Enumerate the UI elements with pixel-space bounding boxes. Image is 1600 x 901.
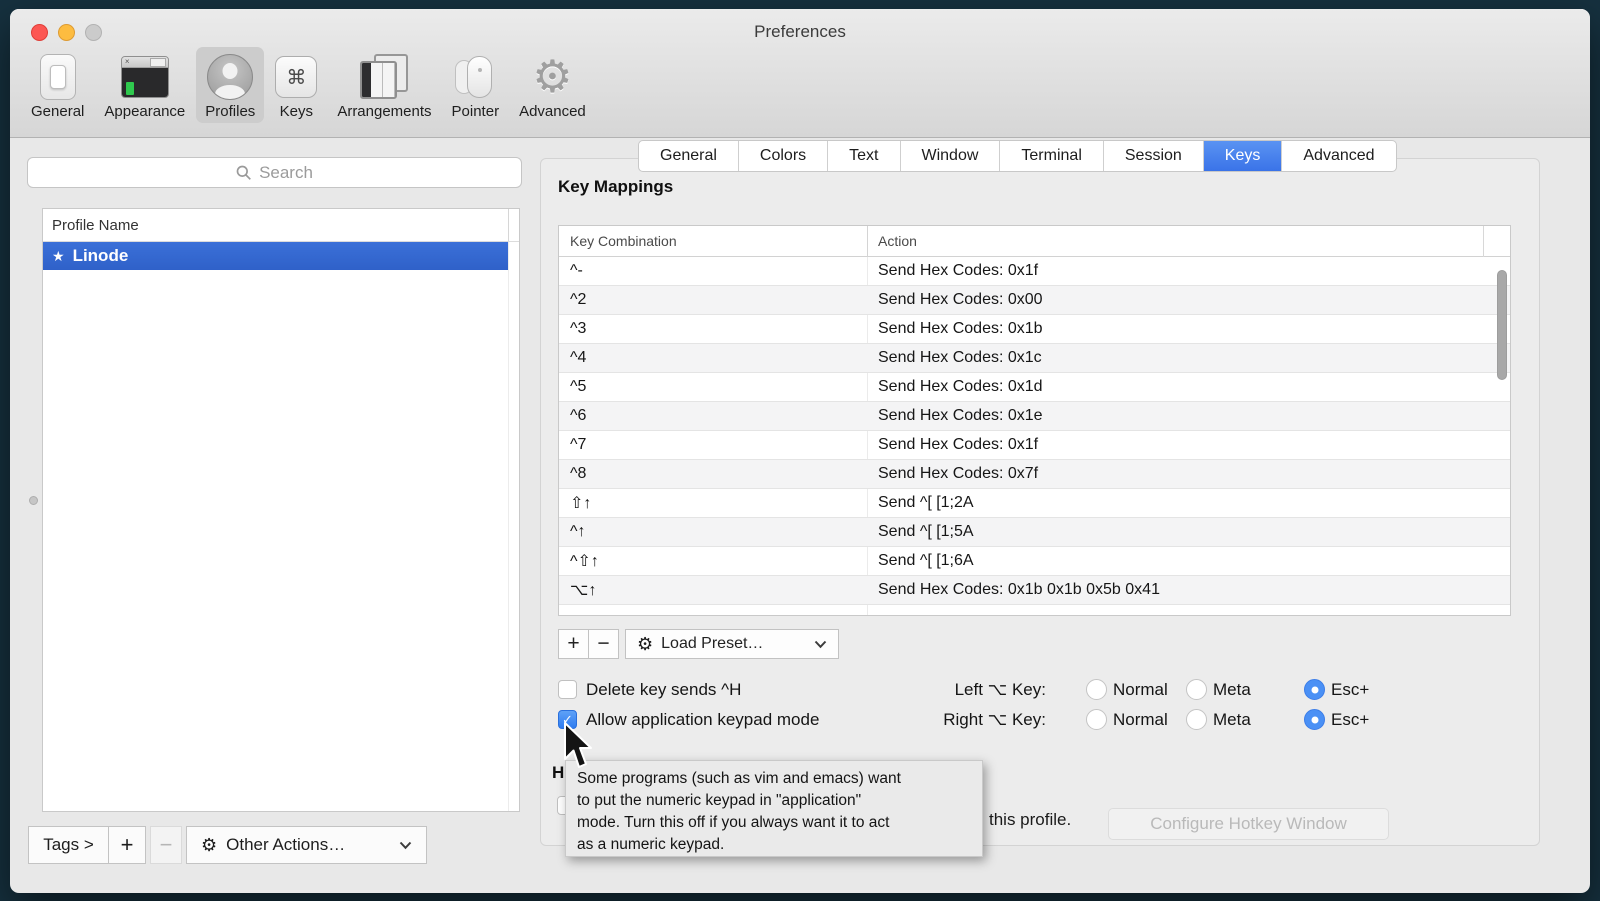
toolbar-item-advanced[interactable]: ⚙ Advanced [510,47,595,123]
remove-profile-button[interactable]: − [150,826,182,864]
table-row[interactable]: ⇧↑ Send ^[ [1;2A [559,489,1510,518]
hotkey-text-fragment: this profile. [989,810,1071,830]
tab-terminal[interactable]: Terminal [1000,141,1103,171]
configure-hotkey-window-button[interactable]: Configure Hotkey Window [1108,808,1389,840]
table-row[interactable]: ^7 Send Hex Codes: 0x1f [559,431,1510,460]
window-title: Preferences [10,22,1590,42]
tab-session[interactable]: Session [1104,141,1204,171]
command-key-icon: ⌘ [275,53,317,101]
tab-general[interactable]: General [639,141,739,171]
table-row[interactable]: ^3 Send Hex Codes: 0x1b [559,315,1510,344]
profile-list: Profile Name ★ Linode [42,208,520,812]
profile-list-header[interactable]: Profile Name [43,209,519,242]
search-input[interactable]: Search [27,157,522,188]
pane-splitter-handle[interactable] [29,496,38,505]
table-row[interactable]: ⌥↑ Send Hex Codes: 0x1b 0x1b 0x5b 0x41 [559,576,1510,605]
profile-list-column-divider [508,209,509,811]
keypad-mode-label[interactable]: Allow application keypad mode [586,710,819,730]
table-row[interactable]: ^4 Send Hex Codes: 0x1c [559,344,1510,373]
add-mapping-button[interactable]: + [558,629,589,659]
left-option-key-label: Left ⌥ Key: [841,680,1046,700]
load-preset-dropdown[interactable]: ⚙ Load Preset… [625,629,839,659]
column-action: Action [878,233,917,249]
tab-text[interactable]: Text [828,141,900,171]
table-row[interactable]: ^⇧↑ Send ^[ [1;6A [559,547,1510,576]
terminal-window-icon: × [121,53,169,101]
table-scrollbar-thumb[interactable] [1497,270,1507,380]
toolbar-item-profiles[interactable]: Profiles [196,47,264,123]
remove-mapping-button[interactable]: − [588,629,619,659]
option-line-1: Delete key sends ^H Left ⌥ Key: Normal M… [541,678,1539,702]
window-panes-icon [360,53,408,101]
table-header[interactable]: Key Combination Action [559,226,1510,257]
key-mappings-table: Key Combination Action ^- Send Hex Codes… [558,225,1511,616]
table-row[interactable]: ^2 Send Hex Codes: 0x00 [559,286,1510,315]
default-profile-star-icon: ★ [52,248,65,265]
search-icon [236,165,252,181]
preferences-window: Preferences General × Appearance [10,9,1590,893]
left-option-meta-radio[interactable]: Meta [1186,679,1251,700]
mouse-cursor-icon [562,721,594,771]
toolbar-item-general[interactable]: General [22,47,93,123]
tab-window[interactable]: Window [901,141,1001,171]
preferences-toolbar: General × Appearance Profiles [22,47,595,123]
table-row[interactable]: ^↑ Send ^[ [1;5A [559,518,1510,547]
delete-key-sends-checkbox[interactable] [558,680,577,699]
gear-icon: ⚙ [201,835,217,856]
tab-keys[interactable]: Keys [1204,141,1283,171]
toolbar-item-pointer[interactable]: Pointer [443,47,509,123]
left-option-normal-radio[interactable]: Normal [1086,679,1168,700]
profile-row-linode[interactable]: ★ Linode [43,242,508,270]
toolbar-item-arrangements[interactable]: Arrangements [328,47,440,123]
table-row[interactable]: ^5 Send Hex Codes: 0x1d [559,373,1510,402]
add-profile-button[interactable]: + [108,826,146,864]
right-option-esc-radio[interactable]: Esc+ [1304,709,1369,730]
toolbar-item-appearance[interactable]: × Appearance [95,47,194,123]
tab-advanced[interactable]: Advanced [1282,141,1395,171]
column-key-combination: Key Combination [570,233,677,249]
mouse-icon [455,53,495,101]
tags-button[interactable]: Tags > [28,826,109,864]
delete-key-sends-label[interactable]: Delete key sends ^H [586,680,741,700]
keys-panel: Key Mappings Key Combination Action ^- S… [540,158,1540,846]
option-line-2: ✓ Allow application keypad mode Right ⌥ … [541,708,1539,732]
tab-colors[interactable]: Colors [739,141,828,171]
gear-icon: ⚙ [532,53,572,101]
chevron-down-icon [814,640,827,649]
search-placeholder: Search [259,163,313,183]
table-row[interactable]: ^- Send Hex Codes: 0x1f [559,257,1510,286]
table-row[interactable]: ^6 Send Hex Codes: 0x1e [559,402,1510,431]
toggle-switch-icon [40,53,76,101]
right-option-normal-radio[interactable]: Normal [1086,709,1168,730]
desktop-background: Preferences General × Appearance [0,0,1600,901]
keypad-mode-tooltip: Some programs (such as vim and emacs) wa… [565,760,983,857]
window-chrome: Preferences General × Appearance [10,9,1590,138]
person-icon [207,53,253,101]
right-option-key-label: Right ⌥ Key: [841,710,1046,730]
left-option-esc-radio[interactable]: Esc+ [1304,679,1369,700]
profile-name: Linode [73,246,129,266]
profile-tabbar: General Colors Text Window Terminal Sess… [638,140,1397,172]
other-actions-dropdown[interactable]: ⚙ Other Actions… [186,826,427,864]
right-option-meta-radio[interactable]: Meta [1186,709,1251,730]
section-title: Key Mappings [558,177,673,197]
toolbar-item-keys[interactable]: ⌘ Keys [266,47,326,123]
gear-icon: ⚙ [637,634,653,655]
chevron-down-icon [399,841,412,850]
table-row[interactable]: ^8 Send Hex Codes: 0x7f [559,460,1510,489]
